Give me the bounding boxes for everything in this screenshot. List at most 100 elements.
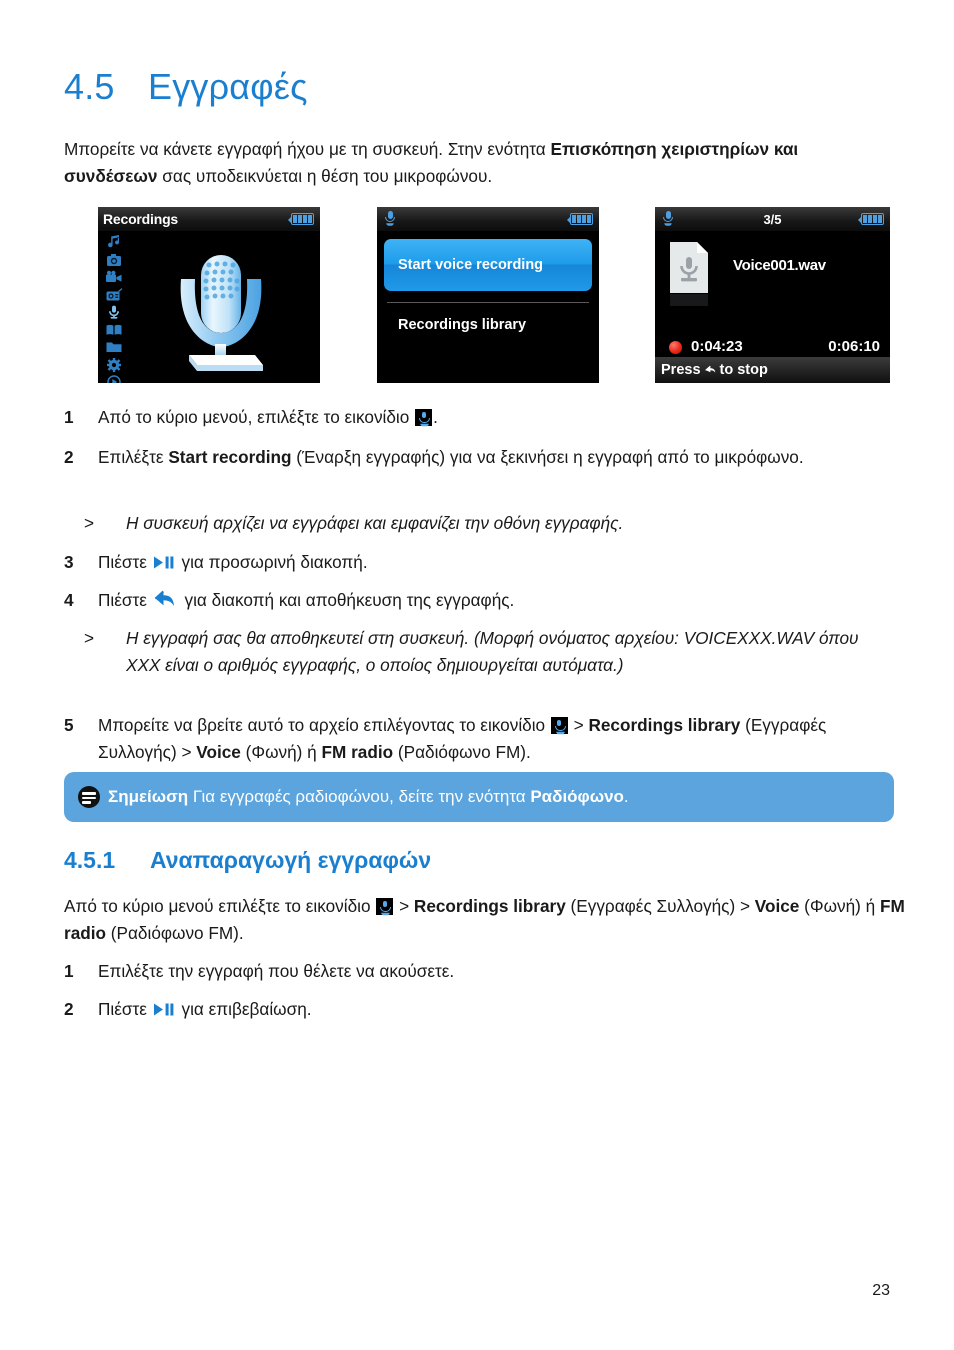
list-item: 3 Πιέστε για προσωρινή διακοπή.: [64, 549, 894, 578]
footer-suffix: to stop: [719, 362, 768, 378]
play-pause-icon: [153, 998, 175, 1025]
list-marker: 2: [64, 999, 74, 1019]
fm-radio-icon: [105, 287, 123, 301]
step3-text-1: Πιέστε: [98, 552, 152, 572]
list-marker: 2: [64, 447, 74, 467]
list-sub-item: > Η συσκευή αρχίζει να εγγράφει και εμφα…: [64, 510, 894, 537]
note-label: Σημείωση: [108, 787, 189, 806]
play-circle-icon: [105, 375, 123, 383]
lead2-text-1: Από το κύριο μενού επιλέξτε το εικονίδιο: [64, 896, 376, 916]
back-arrow-icon: [153, 588, 177, 618]
screen1-title: Recordings: [103, 211, 179, 227]
music-note-icon: [105, 235, 123, 248]
list-item-text: Μπορείτε να βρείτε αυτό το αρχείο επιλέγ…: [98, 712, 902, 766]
microphone-icon: [105, 305, 123, 319]
file-name: Voice001.wav: [733, 257, 826, 274]
manual-page: 4.5 Εγγραφές Μπορείτε να κάνετε εγγραφή ή…: [0, 0, 954, 1350]
list-marker: 4: [64, 590, 74, 610]
subsection-title: 4.5.1 Αναπαραγωγή εγγραφών: [64, 847, 431, 874]
list-item: 1 Επιλέξτε την εγγραφή που θέλετε να ακο…: [64, 958, 894, 985]
sub-marker: >: [84, 513, 95, 533]
stepc2-text-2: για επιβεβαίωση.: [176, 999, 312, 1019]
lead2-bold-2: Voice: [754, 896, 800, 916]
list-item-text: Πιέστε για προσωρινή διακοπή.: [98, 549, 894, 578]
battery-icon: [858, 213, 884, 225]
microphone-icon: [661, 210, 675, 228]
subsection-number: 4.5.1: [64, 847, 116, 873]
lead2-bold-1: Recordings library: [413, 896, 566, 916]
intro-text-1: Μπορείτε να κάνετε εγγραφή ήχου με τη συ…: [64, 139, 551, 159]
device-screen-recordings-menu: Recordings: [98, 207, 320, 383]
list-item-text: Επιλέξτε Start recording (Έναρξη εγγραφή…: [98, 444, 894, 471]
microphone-icon: [376, 898, 394, 915]
subsection-paragraph: Από το κύριο μενού επιλέξτε το εικονίδιο…: [64, 893, 910, 947]
lead2-text-5: (Ραδιόφωνο FM).: [106, 923, 244, 943]
step1-text-1: Από το κύριο μενού, επιλέξτε το εικονίδι…: [98, 407, 415, 427]
list-marker: 1: [64, 961, 74, 981]
play-pause-icon: [153, 551, 175, 578]
note-callout: Σημείωση Για εγγραφές ραδιοφώνου, δείτε …: [64, 772, 894, 822]
sub-item-text: Η συσκευή αρχίζει να εγγράφει και εμφανί…: [126, 513, 624, 533]
step5-text-4: (Φωνή) ή: [240, 742, 322, 762]
list-item: 1 Από το κύριο μενού, επιλέξτε το εικονί…: [64, 404, 894, 431]
video-camera-icon: [105, 270, 123, 283]
microphone-icon: [383, 210, 397, 228]
step5-bold-3: FM radio: [321, 742, 394, 762]
note-text-1: Για εγγραφές ραδιοφώνου, δείτε την ενότη…: [188, 787, 531, 806]
microphone-icon: [415, 409, 433, 426]
list-item: 5 Μπορείτε να βρείτε αυτό το αρχείο επιλ…: [64, 712, 902, 766]
back-arrow-icon: [704, 362, 717, 379]
stepc2-text-1: Πιέστε: [98, 999, 152, 1019]
list-item: 2 Πιέστε για επιβεβαίωση.: [64, 996, 894, 1025]
screen1-titlebar: Recordings: [98, 207, 320, 231]
note-icon: [78, 786, 100, 808]
step1-text-2: .: [433, 407, 438, 427]
step5-text-5: (Ραδιόφωνο FM).: [393, 742, 531, 762]
screen2-titlebar: [377, 207, 599, 231]
note-text: Σημείωση Για εγγραφές ραδιοφώνου, δείτε …: [108, 786, 629, 808]
book-icon: [105, 323, 123, 336]
step5-text-1: Μπορείτε να βρείτε αυτό το αρχείο επιλέγ…: [98, 715, 550, 735]
page-title: 4.5 Εγγραφές: [64, 66, 308, 108]
step2-bold-1: Start recording: [168, 447, 292, 467]
list-item-text: Από το κύριο μενού, επιλέξτε το εικονίδι…: [98, 404, 894, 431]
wav-file-icon: [669, 241, 709, 306]
step4-text-1: Πιέστε: [98, 590, 152, 610]
list-item-text: Πιέστε για διακοπή και αποθήκευση της εγ…: [98, 587, 894, 618]
list-item-text: Επιλέξτε την εγγραφή που θέλετε να ακούσ…: [98, 961, 455, 981]
microphone-icon: [550, 717, 568, 734]
note-bold-1: Ραδιόφωνο: [530, 787, 624, 806]
track-counter: 3/5: [763, 211, 782, 227]
section-title: Εγγραφές: [148, 66, 308, 107]
microphone-hero-icon: [159, 251, 283, 383]
list-sub-item: > Η εγγραφή σας θα αποθηκευτεί στη συσκε…: [64, 625, 884, 679]
screen3-titlebar: 3/5: [655, 207, 890, 231]
step5-bold-2: Voice: [196, 742, 241, 762]
section-number: 4.5: [64, 66, 115, 107]
lead2-text-3: (Εγγραφές Συλλογής) >: [565, 896, 755, 916]
step3-text-2: για προσωρινή διακοπή.: [176, 552, 368, 572]
record-dot-icon: [669, 341, 682, 354]
intro-paragraph: Μπορείτε να κάνετε εγγραφή ήχου με τη συ…: [64, 136, 894, 190]
list-item: 4 Πιέστε για διακοπή και αποθήκευση της …: [64, 587, 894, 618]
step2-text-2: (Έναρξη εγγραφής) για να ξεκινήσει η εγγ…: [291, 447, 804, 467]
menu-item-recordings-library[interactable]: Recordings library: [398, 317, 526, 333]
step4-text-2: για διακοπή και αποθήκευση της εγγραφής.: [179, 590, 515, 610]
step5-text-2: >: [568, 715, 589, 735]
photo-camera-icon: [105, 253, 123, 266]
page-number: 23: [872, 1282, 890, 1299]
screen3-footer-hint: Press to stop: [655, 357, 890, 383]
list-item-text: Πιέστε για επιβεβαίωση.: [98, 996, 894, 1025]
lead2-text-2: >: [394, 896, 414, 916]
list-marker: 1: [64, 407, 74, 427]
folder-icon: [105, 340, 123, 353]
device-screen-recording-in-progress: 3/5 Voice001.wav 0:04:23 0:06:10 Press t…: [655, 207, 890, 383]
note-text-2: .: [623, 787, 629, 806]
menu-item-start-voice-recording[interactable]: Start voice recording: [384, 239, 592, 291]
total-time: 0:06:10: [828, 338, 880, 355]
device-screen-recordings-options: Start voice recording Recordings library: [377, 207, 599, 383]
list-marker: 5: [64, 715, 74, 735]
subsection-title-text: Αναπαραγωγή εγγραφών: [150, 847, 432, 873]
list-item: 2 Επιλέξτε Start recording (Έναρξη εγγρα…: [64, 444, 894, 471]
list-marker: 3: [64, 552, 74, 572]
